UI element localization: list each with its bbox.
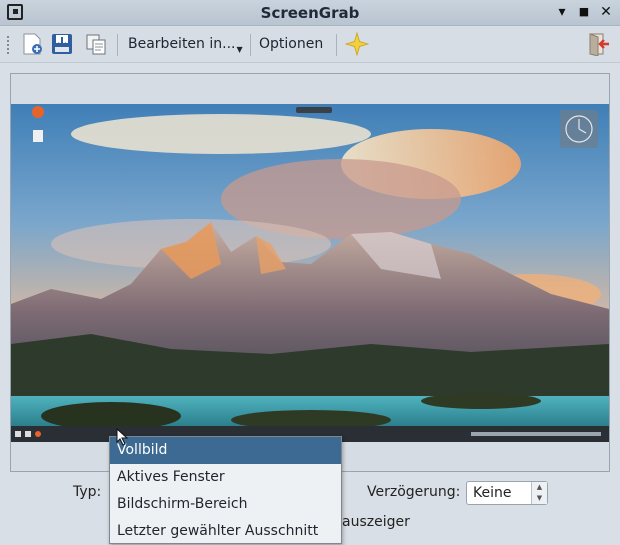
edit-in-button[interactable]: Bearbeiten in...▼ bbox=[128, 36, 243, 54]
toolbar-grip-icon[interactable] bbox=[6, 35, 10, 55]
exit-icon[interactable] bbox=[587, 32, 611, 57]
chevron-down-icon[interactable]: ▼ bbox=[532, 493, 547, 504]
toolbar-separator bbox=[117, 34, 118, 56]
window-title: ScreenGrab bbox=[260, 4, 360, 22]
delay-value: Keine bbox=[473, 485, 512, 501]
delay-stepper[interactable]: ▲ ▼ bbox=[531, 482, 547, 504]
toolbar-separator bbox=[336, 34, 337, 56]
close-button[interactable]: ✕ bbox=[597, 3, 615, 21]
dropdown-item-last-selection[interactable]: Letzter gewählter Ausschnitt bbox=[110, 518, 341, 545]
copy-icon[interactable] bbox=[84, 32, 108, 56]
new-screenshot-icon[interactable] bbox=[20, 32, 44, 56]
about-star-icon[interactable] bbox=[344, 31, 370, 57]
save-icon[interactable] bbox=[50, 32, 74, 56]
dropdown-item-active-window[interactable]: Aktives Fenster bbox=[110, 464, 341, 491]
dropdown-item-fullscreen[interactable]: Vollbild bbox=[110, 437, 341, 464]
title-bar: ScreenGrab ▾ ■ ✕ bbox=[0, 0, 620, 26]
delay-label: Verzögerung: bbox=[367, 484, 461, 500]
options-button[interactable]: Optionen bbox=[259, 36, 323, 52]
mouse-cursor-icon bbox=[116, 427, 130, 446]
toolbar: Bearbeiten in...▼ Optionen bbox=[0, 27, 620, 63]
chevron-up-icon[interactable]: ▲ bbox=[532, 482, 547, 493]
maximize-button[interactable]: ■ bbox=[575, 3, 593, 21]
chevron-down-icon: ▼ bbox=[236, 45, 243, 54]
minimize-button[interactable]: ▾ bbox=[553, 3, 571, 21]
delay-spinbox[interactable]: Keine ▲ ▼ bbox=[466, 481, 548, 505]
dropdown-item-screen-area[interactable]: Bildschirm-Bereich bbox=[110, 491, 341, 518]
type-label: Typ: bbox=[73, 484, 102, 500]
screenshot-preview[interactable] bbox=[11, 104, 609, 442]
cursor-checkbox-label[interactable]: auszeiger bbox=[342, 514, 410, 530]
edit-in-label: Bearbeiten in... bbox=[128, 36, 236, 52]
toolbar-separator bbox=[250, 34, 251, 56]
type-dropdown-list[interactable]: Vollbild Aktives Fenster Bildschirm-Bere… bbox=[109, 436, 342, 544]
